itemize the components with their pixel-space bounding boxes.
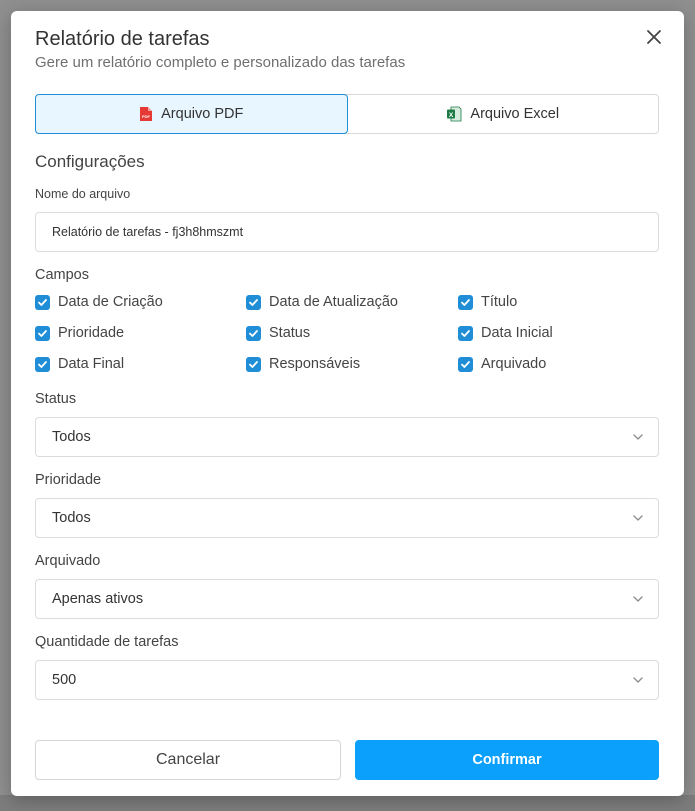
chevron-down-icon [633, 515, 643, 521]
check-icon [38, 360, 47, 368]
pdf-file-icon: PDF [140, 107, 153, 121]
checkbox-label: Data Final [58, 356, 125, 372]
checkbox-box[interactable] [458, 294, 473, 310]
checkbox-arquivado[interactable]: Arquivado [458, 356, 546, 372]
status-label: Status [35, 391, 77, 407]
close-button[interactable] [644, 27, 664, 47]
checkbox-label: Título [481, 294, 518, 310]
status-select[interactable]: Todos [35, 417, 659, 457]
checkbox-label: Arquivado [481, 356, 547, 372]
archived-select[interactable]: Apenas ativos [35, 579, 659, 619]
checkbox-box[interactable] [35, 294, 50, 310]
check-icon [461, 329, 470, 337]
checkbox-label: Data de Criação [58, 294, 163, 310]
checkbox-box[interactable] [458, 356, 473, 372]
quantity-select-value: 500 [52, 672, 77, 688]
tab-excel[interactable]: X Arquivo Excel [348, 95, 659, 133]
archived-select-value: Apenas ativos [52, 591, 144, 607]
check-icon [461, 298, 470, 306]
modal-title: Relatório de tarefas [35, 28, 210, 50]
report-modal: Relatório de tarefas Gere um relatório c… [11, 11, 684, 796]
checkbox-box[interactable] [458, 325, 473, 341]
filename-input[interactable]: Relatório de tarefas - fj3h8hmszmt [35, 212, 659, 252]
checkbox-label: Status [269, 325, 311, 341]
tab-pdf[interactable]: PDF Arquivo PDF [35, 94, 348, 134]
checkbox-data-criacao[interactable]: Data de Criação [35, 294, 163, 310]
checkbox-box[interactable] [35, 356, 50, 372]
checkbox-label: Responsáveis [269, 356, 361, 372]
checkbox-data-final[interactable]: Data Final [35, 356, 124, 372]
checkbox-responsaveis[interactable]: Responsáveis [246, 356, 360, 372]
archived-label: Arquivado [35, 553, 101, 569]
checkbox-status[interactable]: Status [246, 325, 310, 341]
confirm-button[interactable]: Confirmar [355, 740, 659, 780]
excel-icon-text: X [449, 112, 454, 119]
chevron-down-icon [633, 596, 643, 602]
tab-pdf-label: Arquivo PDF [161, 106, 244, 122]
quantity-label: Quantidade de tarefas [35, 634, 179, 650]
check-icon [249, 298, 258, 306]
backdrop [0, 795, 695, 811]
excel-file-icon: X [447, 106, 462, 122]
priority-select[interactable]: Todos [35, 498, 659, 538]
modal-subtitle: Gere um relatório completo e personaliza… [35, 54, 406, 71]
checkbox-label: Prioridade [58, 325, 125, 341]
checkbox-box[interactable] [246, 325, 261, 341]
close-icon [647, 30, 661, 44]
status-select-value: Todos [52, 429, 91, 445]
checkbox-data-atualizacao[interactable]: Data de Atualização [246, 294, 398, 310]
cancel-button[interactable]: Cancelar [35, 740, 341, 780]
filename-label: Nome do arquivo [35, 187, 131, 201]
priority-label: Prioridade [35, 472, 102, 488]
chevron-down-icon [633, 677, 643, 683]
checkbox-label: Data de Atualização [269, 294, 398, 310]
checkbox-box[interactable] [246, 356, 261, 372]
checkbox-label: Data Inicial [481, 325, 553, 341]
pdf-icon-text: PDF [142, 114, 151, 119]
checkbox-box[interactable] [246, 294, 261, 310]
check-icon [38, 298, 47, 306]
checkbox-data-inicial[interactable]: Data Inicial [458, 325, 553, 341]
section-title: Configurações [35, 152, 145, 171]
file-type-tabs: PDF Arquivo PDF X Arquivo Excel [35, 94, 659, 134]
check-icon [461, 360, 470, 368]
check-icon [38, 329, 47, 337]
check-icon [249, 329, 258, 337]
checkbox-box[interactable] [35, 325, 50, 341]
check-icon [249, 360, 258, 368]
priority-select-value: Todos [52, 510, 91, 526]
fields-label: Campos [35, 267, 89, 283]
checkbox-titulo[interactable]: Título [458, 294, 517, 310]
tab-excel-label: Arquivo Excel [470, 106, 560, 122]
checkbox-prioridade[interactable]: Prioridade [35, 325, 124, 341]
quantity-select[interactable]: 500 [35, 660, 659, 700]
chevron-down-icon [633, 434, 643, 440]
